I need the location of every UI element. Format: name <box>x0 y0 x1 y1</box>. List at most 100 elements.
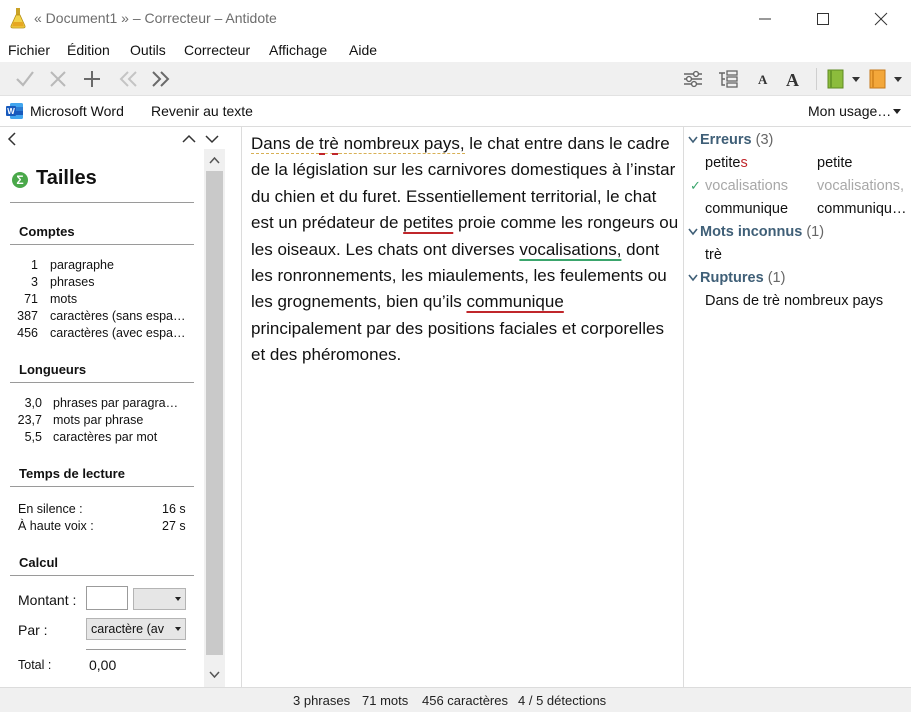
unit-select[interactable] <box>133 588 186 610</box>
font-larger-button[interactable]: A <box>782 67 808 91</box>
divider <box>86 649 186 650</box>
par-label: Par : <box>18 622 48 638</box>
minimize-icon <box>759 18 771 20</box>
error-original: communique <box>705 201 789 217</box>
unknown-words-group-header[interactable]: Mots inconnus (1) <box>688 224 824 240</box>
menu-outils[interactable]: Outils <box>130 42 166 58</box>
errors-group-header[interactable]: Erreurs (3) <box>688 132 773 148</box>
errors-label: Erreurs <box>700 132 752 148</box>
unknown-word-highlight[interactable]: trè <box>319 134 339 154</box>
chevron-down-icon[interactable] <box>203 129 221 149</box>
font-smaller-button[interactable]: A <box>752 67 778 91</box>
stat-label: caractères (sans espa… <box>50 309 186 323</box>
previous-button[interactable] <box>117 67 143 91</box>
return-to-text-button[interactable]: Revenir au texte <box>151 103 253 119</box>
chevron-down-icon <box>688 136 698 144</box>
minimize-button[interactable] <box>736 0 794 36</box>
menu-affichage[interactable]: Affichage <box>269 42 327 58</box>
close-icon <box>874 12 888 26</box>
accept-button[interactable] <box>13 67 39 91</box>
detections-panel: Erreurs (3) petites petite ✓ vocalisatio… <box>684 127 911 687</box>
stat-label: phrases <box>50 275 95 289</box>
title-bar: « Document1 » – Correcteur – Antidote <box>0 0 911 38</box>
stat-label: caractères (avec espa… <box>50 326 186 340</box>
stat-label: mots <box>50 292 78 306</box>
toolbar-divider <box>816 68 817 90</box>
stat-value: 3,0 <box>24 396 42 410</box>
status-phrases: 3 phrases <box>293 693 351 708</box>
stat-label: paragraphe <box>50 258 114 272</box>
scroll-up-icon[interactable] <box>209 155 220 166</box>
status-caracteres: 456 caractères <box>422 693 508 708</box>
status-detections: 4 / 5 détections <box>518 693 607 708</box>
montant-input[interactable] <box>86 586 128 610</box>
double-chevron-left-icon <box>119 71 137 87</box>
stat-value: 23,7 <box>17 413 42 427</box>
error-correction: vocalisations, <box>817 178 905 194</box>
check-icon <box>16 71 34 87</box>
section-comptes: Comptes <box>19 224 75 239</box>
section-temps-lecture: Temps de lecture <box>19 466 125 481</box>
ignore-button[interactable] <box>46 67 72 91</box>
error-highlight[interactable]: communique <box>466 292 563 311</box>
errors-count: (3) <box>755 132 774 148</box>
left-panel-scrollbar[interactable] <box>204 149 225 687</box>
editor-text[interactable]: Dans de trè nombreux pays, le chat entre… <box>251 131 679 369</box>
filters-button[interactable] <box>681 67 707 91</box>
add-button[interactable] <box>80 67 106 91</box>
caret-down-icon <box>175 627 181 631</box>
stat-label: mots par phrase <box>53 413 144 427</box>
editor-pane[interactable]: Dans de trè nombreux pays, le chat entre… <box>242 127 684 687</box>
word-icon: W <box>6 103 23 119</box>
guides-button[interactable] <box>867 67 907 91</box>
par-select-value: caractère (av <box>91 622 164 636</box>
menu-aide[interactable]: Aide <box>349 42 377 58</box>
next-button[interactable] <box>148 67 174 91</box>
svg-text:A: A <box>758 72 768 87</box>
window-title: « Document1 » – Correcteur – Antidote <box>34 10 277 26</box>
stat-label: phrases par paragra… <box>53 396 179 410</box>
haute-voix-label: À haute voix : <box>18 519 94 533</box>
break-highlight[interactable]: Dans de <box>251 134 320 154</box>
menu-edition[interactable]: Édition <box>67 42 110 58</box>
chevron-left-icon[interactable] <box>4 129 22 149</box>
stat-value: 3 <box>31 275 38 289</box>
status-mots: 71 mots <box>362 693 409 708</box>
scroll-down-icon[interactable] <box>209 669 220 680</box>
menu-fichier[interactable]: Fichier <box>8 42 50 58</box>
plus-icon <box>84 71 100 87</box>
close-button[interactable] <box>852 0 910 36</box>
total-value: 0,00 <box>89 657 117 673</box>
silence-value: 16 s <box>162 502 186 516</box>
context-bar: W Microsoft Word Revenir au texte Mon us… <box>0 96 911 127</box>
chevron-up-icon[interactable] <box>180 129 198 149</box>
breaks-group-header[interactable]: Ruptures (1) <box>688 270 785 286</box>
break-highlight[interactable]: nombreux pays, <box>338 134 465 154</box>
par-select[interactable]: caractère (av <box>86 618 186 640</box>
error-original: vocalisations <box>705 178 789 194</box>
break-item[interactable]: Dans de trè nombreux pays <box>705 293 883 309</box>
app-name-label[interactable]: Microsoft Word <box>30 103 124 119</box>
divider <box>10 382 194 383</box>
total-label: Total : <box>18 658 52 672</box>
menu-correcteur[interactable]: Correcteur <box>184 42 250 58</box>
text-segment: principalement par des positions faciale… <box>251 318 664 365</box>
svg-text:A: A <box>786 70 799 90</box>
dictionaries-button[interactable] <box>825 67 865 91</box>
sigma-icon: Σ <box>12 172 28 188</box>
tree-view-button[interactable] <box>716 67 742 91</box>
unknown-word-item[interactable]: trè <box>705 247 722 263</box>
svg-text:W: W <box>7 107 15 116</box>
check-icon: ✓ <box>690 178 701 193</box>
divider <box>10 575 194 576</box>
maximize-button[interactable] <box>794 0 852 36</box>
caret-down-icon <box>175 597 181 601</box>
usage-dropdown[interactable]: Mon usage… <box>808 103 891 119</box>
error-highlight[interactable]: petites <box>403 213 453 232</box>
corrected-highlight[interactable]: vocalisations, <box>519 240 621 259</box>
unknown-label: Mots inconnus <box>700 224 803 240</box>
haute-voix-value: 27 s <box>162 519 186 533</box>
scrollbar-thumb[interactable] <box>206 171 223 655</box>
error-correction: petite <box>817 155 853 171</box>
double-chevron-right-icon <box>152 71 170 87</box>
